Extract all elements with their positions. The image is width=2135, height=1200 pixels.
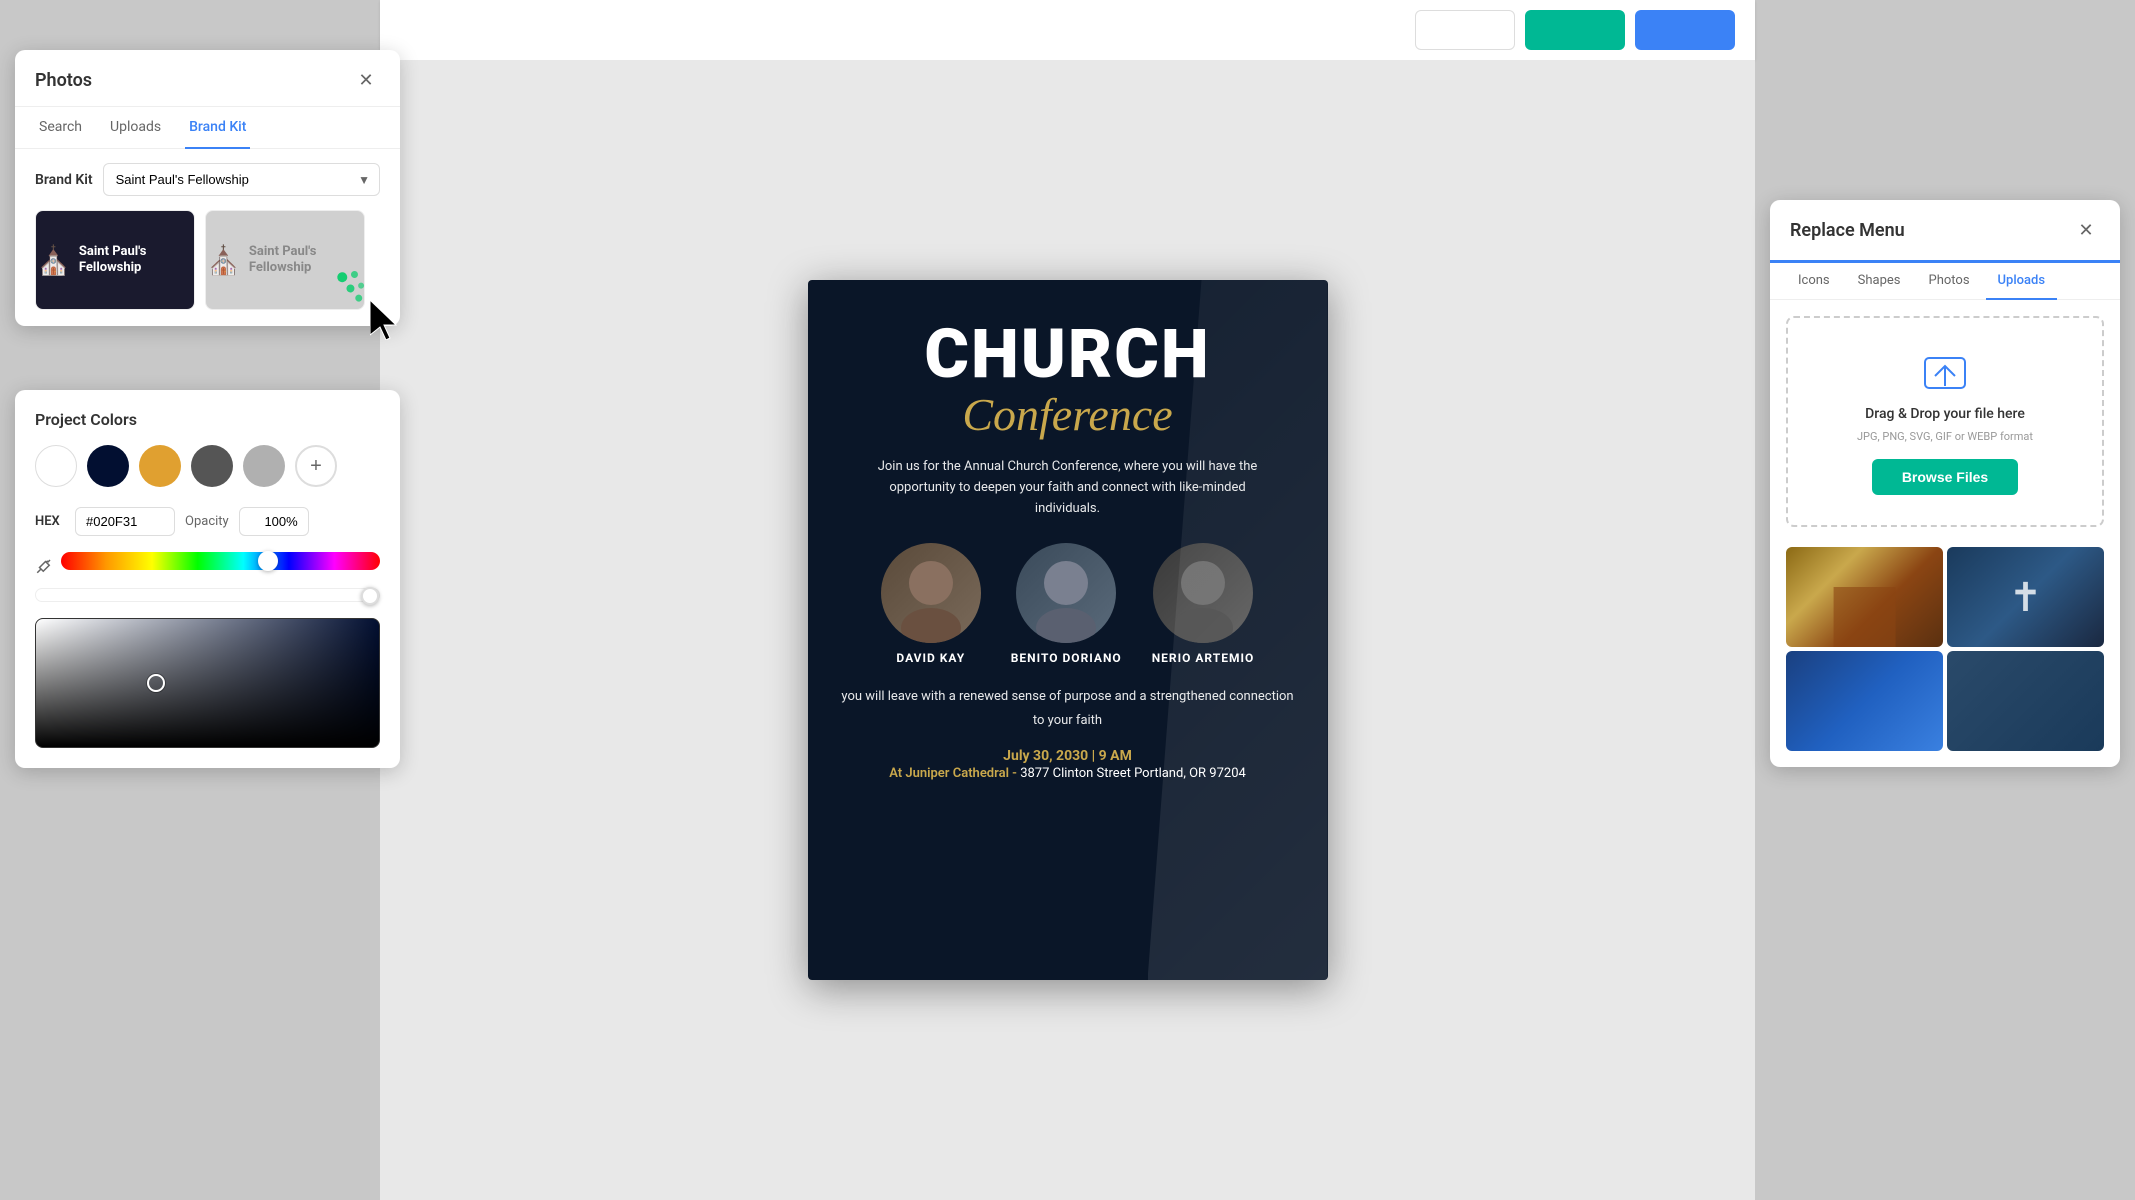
opacity-bar[interactable] xyxy=(35,588,380,602)
brand-kit-select-wrapper: Saint Paul's Fellowship ▼ xyxy=(103,163,380,196)
speaker-2: BENITO DORIANO xyxy=(1011,543,1122,665)
fourth-img xyxy=(1947,651,2104,751)
image-thumb-blue-beams[interactable] xyxy=(1786,651,1943,751)
church-icon-light: ⛪ xyxy=(206,244,241,277)
image-thumb-cross[interactable]: ✝ xyxy=(1947,547,2104,647)
poster-bottom-text: you will leave with a renewed sense of p… xyxy=(838,685,1298,732)
eyedropper-button[interactable] xyxy=(35,557,53,575)
poster-subtitle: Conference xyxy=(962,388,1172,441)
replace-panel-tabs: Icons Shapes Photos Uploads xyxy=(1770,263,2120,300)
main-canvas: CHURCH Conference Join us for the Annual… xyxy=(380,60,1755,1200)
swatch-navy[interactable] xyxy=(87,445,129,487)
image-thumb-church-interior[interactable] xyxy=(1786,547,1943,647)
replace-panel-close[interactable]: ✕ xyxy=(2072,216,2100,244)
church-interior-img xyxy=(1786,547,1943,647)
poster-location-label: At Juniper Cathedral - xyxy=(889,766,1017,781)
brand-logo-dark[interactable]: ⛪ Saint Paul's Fellowship xyxy=(35,210,195,310)
poster: CHURCH Conference Join us for the Annual… xyxy=(808,280,1328,980)
brand-logos: ⛪ Saint Paul's Fellowship ⛪ Saint Paul's… xyxy=(15,210,400,326)
swatch-gray[interactable] xyxy=(191,445,233,487)
logo-text-light: Saint Paul's Fellowship xyxy=(249,244,364,275)
image-thumb-fourth[interactable] xyxy=(1947,651,2104,751)
add-color-button[interactable]: + xyxy=(295,445,337,487)
opacity-label: Opacity xyxy=(185,514,229,529)
color-spectrum[interactable] xyxy=(61,552,380,570)
brand-kit-select[interactable]: Saint Paul's Fellowship xyxy=(103,163,380,196)
speaker-1-name: DAVID KAY xyxy=(896,651,965,665)
tab-uploads[interactable]: Uploads xyxy=(106,107,165,149)
speaker-2-avatar xyxy=(1016,543,1116,643)
church-icon-dark: ⛪ xyxy=(36,244,71,277)
image-grid: ✝ xyxy=(1770,543,2120,767)
brand-logo-light[interactable]: ⛪ Saint Paul's Fellowship xyxy=(205,210,365,310)
replace-panel: Replace Menu ✕ Icons Shapes Photos Uploa… xyxy=(1770,200,2120,767)
poster-title: CHURCH xyxy=(924,320,1210,388)
toolbar xyxy=(380,0,1755,60)
upload-icon xyxy=(1920,348,1970,398)
photos-panel-title: Photos xyxy=(35,70,92,91)
toolbar-btn-blue[interactable] xyxy=(1635,10,1735,50)
brand-kit-label: Brand Kit xyxy=(35,172,93,188)
poster-date: July 30, 2030 | 9 AM xyxy=(1003,748,1132,764)
poster-description: Join us for the Annual Church Conference… xyxy=(878,457,1258,519)
replace-tab-photos[interactable]: Photos xyxy=(1917,263,1982,300)
spectrum-thumb xyxy=(258,551,278,571)
photos-panel: Photos ✕ Search Uploads Brand Kit Brand … xyxy=(15,50,400,326)
logo-content-light: ⛪ Saint Paul's Fellowship xyxy=(206,244,364,277)
replace-tab-icons[interactable]: Icons xyxy=(1786,263,1842,300)
logo-content-dark: ⛪ Saint Paul's Fellowship xyxy=(36,244,194,277)
replace-tab-uploads[interactable]: Uploads xyxy=(1986,263,2058,300)
opacity-input[interactable] xyxy=(239,507,309,536)
browse-files-button[interactable]: Browse Files xyxy=(1872,459,2018,495)
upload-title: Drag & Drop your file here xyxy=(1865,406,2025,422)
color-swatches: + xyxy=(35,445,380,487)
hex-label: HEX xyxy=(35,514,65,529)
brand-kit-row: Brand Kit Saint Paul's Fellowship ▼ xyxy=(15,149,400,210)
replace-tab-shapes[interactable]: Shapes xyxy=(1846,263,1913,300)
swatch-white[interactable] xyxy=(35,445,77,487)
upload-area: Drag & Drop your file here JPG, PNG, SVG… xyxy=(1786,316,2104,527)
speaker-2-name: BENITO DORIANO xyxy=(1011,651,1122,665)
colors-panel: Project Colors + HEX Opacity xyxy=(15,390,400,768)
speaker-1-avatar xyxy=(881,543,981,643)
cross-blue-img: ✝ xyxy=(1947,547,2104,647)
tab-search[interactable]: Search xyxy=(35,107,86,149)
opacity-thumb xyxy=(361,587,379,605)
toolbar-btn-white[interactable] xyxy=(1415,10,1515,50)
swatch-light-gray[interactable] xyxy=(243,445,285,487)
hex-row: HEX Opacity xyxy=(35,507,380,536)
photos-panel-header: Photos ✕ xyxy=(15,50,400,107)
logo-text-dark: Saint Paul's Fellowship xyxy=(79,244,194,275)
colors-title: Project Colors xyxy=(35,410,380,429)
blue-beams-img xyxy=(1786,651,1943,751)
replace-panel-header: Replace Menu ✕ xyxy=(1770,200,2120,263)
photos-panel-tabs: Search Uploads Brand Kit xyxy=(15,107,400,149)
tab-brand-kit[interactable]: Brand Kit xyxy=(185,107,250,149)
upload-subtitle: JPG, PNG, SVG, GIF or WEBP format xyxy=(1857,430,2033,443)
toolbar-btn-green[interactable] xyxy=(1525,10,1625,50)
swatch-gold[interactable] xyxy=(139,445,181,487)
speaker-1: DAVID KAY xyxy=(881,543,981,665)
hex-input[interactable] xyxy=(75,507,175,536)
photos-panel-close[interactable]: ✕ xyxy=(352,66,380,94)
color-picker-area[interactable] xyxy=(35,618,380,748)
replace-panel-title: Replace Menu xyxy=(1790,220,1905,241)
color-picker-cursor xyxy=(147,674,165,692)
